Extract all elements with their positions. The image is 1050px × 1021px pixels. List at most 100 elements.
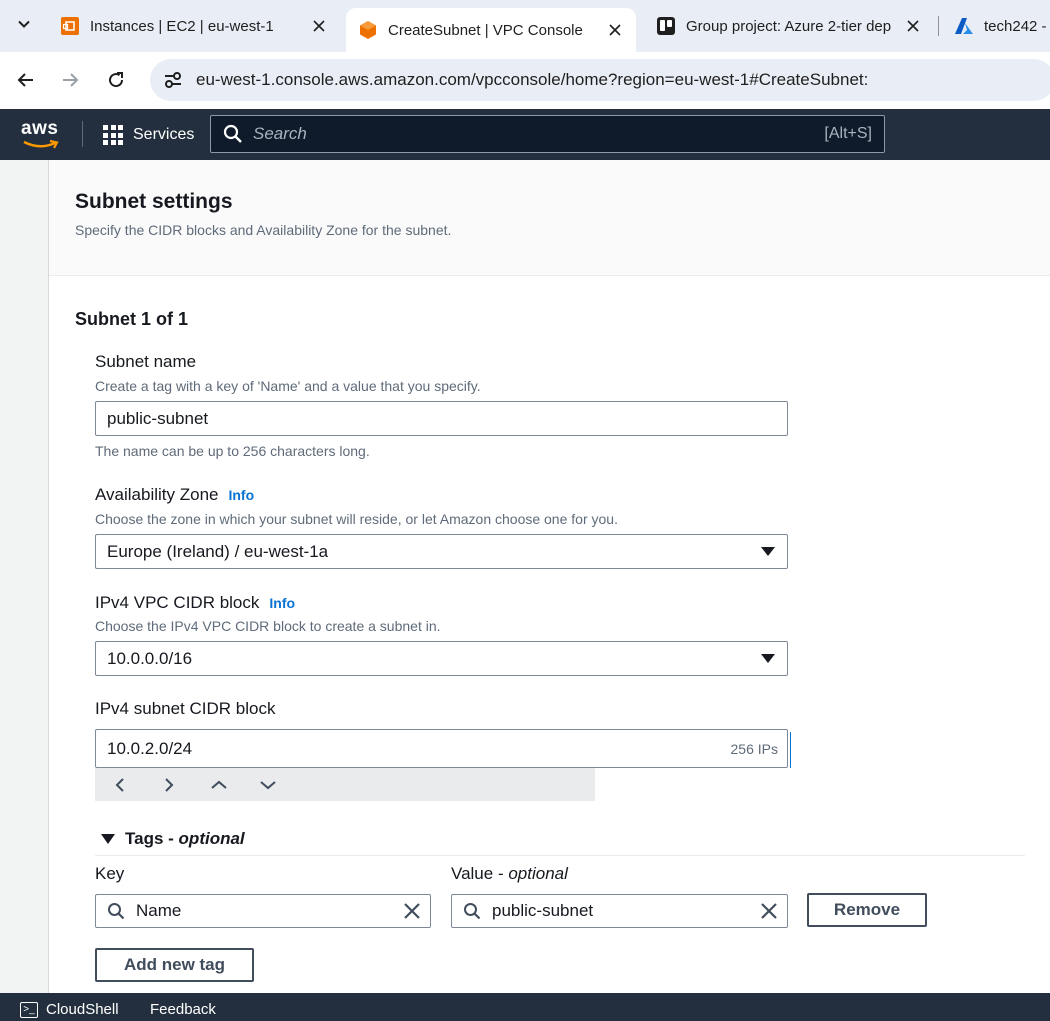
tags-optional-label: optional (178, 829, 245, 848)
tags-label: Tags - (125, 829, 174, 848)
tag-key-value: Name (136, 901, 182, 920)
availability-zone-label: Availability Zone Info (95, 485, 254, 505)
subnet-name-constraint: The name can be up to 256 characters lon… (95, 443, 370, 459)
tab-group-project[interactable]: Group project: Azure 2-tier dep (644, 8, 934, 44)
grid-icon (103, 125, 123, 145)
chevron-right-icon[interactable] (160, 776, 178, 794)
subnet-settings-panel: Subnet settings Specify the CIDR blocks … (48, 160, 1050, 993)
vpc-cidr-description: Choose the IPv4 VPC CIDR block to create… (95, 618, 441, 634)
tab-close-icon[interactable] (904, 17, 922, 35)
tab-title: tech242 - M (984, 17, 1050, 35)
tab-ec2-instances[interactable]: Instances | EC2 | eu-west-1 (48, 8, 340, 44)
feedback-link[interactable]: Feedback (150, 1001, 216, 1018)
remove-tag-button[interactable]: Remove (807, 893, 927, 927)
subnet-cidr-value: 10.0.2.0/24 (107, 738, 193, 758)
aws-logo[interactable]: aws (21, 119, 61, 153)
chevron-up-icon[interactable] (210, 776, 228, 794)
vpc-cidr-label: IPv4 VPC CIDR block Info (95, 593, 295, 613)
close-icon[interactable] (403, 902, 421, 920)
cloudshell-label: CloudShell (46, 1001, 119, 1018)
tab-tech242[interactable]: tech242 - M (942, 8, 1050, 44)
ec2-favicon-icon (60, 16, 80, 36)
ip-count: 256 IPs (730, 741, 778, 757)
url-text: eu-west-1.console.aws.amazon.com/vpccons… (196, 70, 869, 89)
tags-divider (95, 855, 1025, 856)
vpc-cidr-label-text: IPv4 VPC CIDR block (95, 593, 260, 612)
forward-button[interactable] (54, 64, 86, 96)
vpc-cidr-select[interactable]: 10.0.0.0/16 (95, 641, 788, 676)
arrow-right-icon (63, 73, 79, 87)
caret-down-icon (761, 547, 775, 556)
nav-divider (82, 121, 83, 147)
chevron-left-icon[interactable] (111, 776, 129, 794)
panel-header: Subnet settings Specify the CIDR blocks … (49, 160, 1050, 276)
search-icon (462, 901, 482, 921)
tag-value-input[interactable]: public-subnet (451, 894, 788, 928)
availability-zone-select[interactable]: Europe (Ireland) / eu-west-1a (95, 534, 788, 569)
arrow-left-icon (17, 73, 33, 87)
chevron-down-icon[interactable] (259, 776, 277, 794)
subnet-cidr-input[interactable]: 10.0.2.0/24 256 IPs (95, 729, 788, 768)
subnet-counter: Subnet 1 of 1 (75, 309, 189, 329)
search-icon (223, 124, 242, 143)
tab-search-button[interactable] (8, 8, 40, 40)
trello-favicon-icon (656, 16, 676, 36)
tag-key-label: Key (95, 864, 125, 883)
close-icon[interactable] (760, 902, 778, 920)
tag-value-label-text: Value - (451, 864, 504, 883)
aws-logo-text: aws (21, 118, 59, 139)
reload-icon (109, 72, 124, 88)
services-menu-button[interactable]: Services (103, 123, 194, 147)
subnet-name-value: public-subnet (107, 408, 209, 428)
vpc-favicon-icon (358, 20, 378, 40)
tab-separator (938, 16, 939, 36)
panel-description: Specify the CIDR blocks and Availability… (75, 222, 452, 238)
azure-favicon-icon (954, 16, 974, 36)
search-placeholder: Search (253, 124, 307, 143)
tags-expander[interactable]: Tags - optional (101, 829, 245, 849)
text-cursor (790, 732, 791, 768)
search-icon (106, 901, 126, 921)
subnet-name-input[interactable]: public-subnet (95, 401, 788, 436)
add-new-tag-button[interactable]: Add new tag (95, 948, 254, 982)
search-shortcut: [Alt+S] (824, 125, 872, 142)
subnet-name-description: Create a tag with a key of 'Name' and a … (95, 378, 481, 394)
tag-key-input[interactable]: Name (95, 894, 431, 928)
tag-value-value: public-subnet (492, 901, 594, 920)
site-settings-icon[interactable] (162, 69, 184, 91)
availability-zone-label-text: Availability Zone (95, 485, 219, 504)
address-bar[interactable]: eu-west-1.console.aws.amazon.com/vpccons… (150, 59, 1050, 101)
tag-value-label: Value - optional (451, 864, 568, 884)
subnet-name-label: Subnet name (95, 352, 197, 371)
terminal-icon: >_ (20, 1001, 38, 1018)
tab-title: CreateSubnet | VPC Console (388, 21, 583, 39)
console-footer: >_ CloudShell Feedback (0, 993, 1050, 1021)
aws-smile-icon (23, 139, 59, 149)
services-label: Services (133, 126, 195, 143)
availability-zone-info-link[interactable]: Info (228, 487, 254, 503)
availability-zone-description: Choose the zone in which your subnet wil… (95, 511, 618, 527)
cidr-stepper (95, 768, 595, 801)
vpc-cidr-info-link[interactable]: Info (269, 595, 295, 611)
caret-down-icon (761, 654, 775, 663)
tag-value-optional: optional (508, 864, 568, 883)
tab-close-icon[interactable] (606, 21, 624, 39)
subnet-cidr-label: IPv4 subnet CIDR block (95, 699, 276, 718)
main-content: Subnet settings Specify the CIDR blocks … (0, 160, 1050, 993)
browser-toolbar: eu-west-1.console.aws.amazon.com/vpccons… (0, 52, 1050, 109)
aws-top-navigation: aws Services Search [Alt+S] (0, 109, 1050, 160)
tab-create-subnet[interactable]: CreateSubnet | VPC Console (346, 8, 636, 52)
tab-title: Instances | EC2 | eu-west-1 (90, 17, 274, 35)
caret-down-icon (101, 834, 115, 844)
panel-title: Subnet settings (75, 190, 233, 213)
back-button[interactable] (10, 64, 42, 96)
reload-button[interactable] (100, 64, 132, 96)
aws-search-input[interactable]: Search [Alt+S] (210, 115, 885, 153)
tab-close-icon[interactable] (310, 17, 328, 35)
vpc-cidr-value: 10.0.0.0/16 (107, 648, 193, 668)
availability-zone-value: Europe (Ireland) / eu-west-1a (107, 541, 329, 561)
chevron-down-icon (18, 20, 30, 28)
cloudshell-button[interactable]: >_ CloudShell (20, 1001, 119, 1018)
browser-tab-strip: Instances | EC2 | eu-west-1 CreateSubnet… (0, 0, 1050, 52)
tab-title: Group project: Azure 2-tier dep (686, 17, 892, 35)
